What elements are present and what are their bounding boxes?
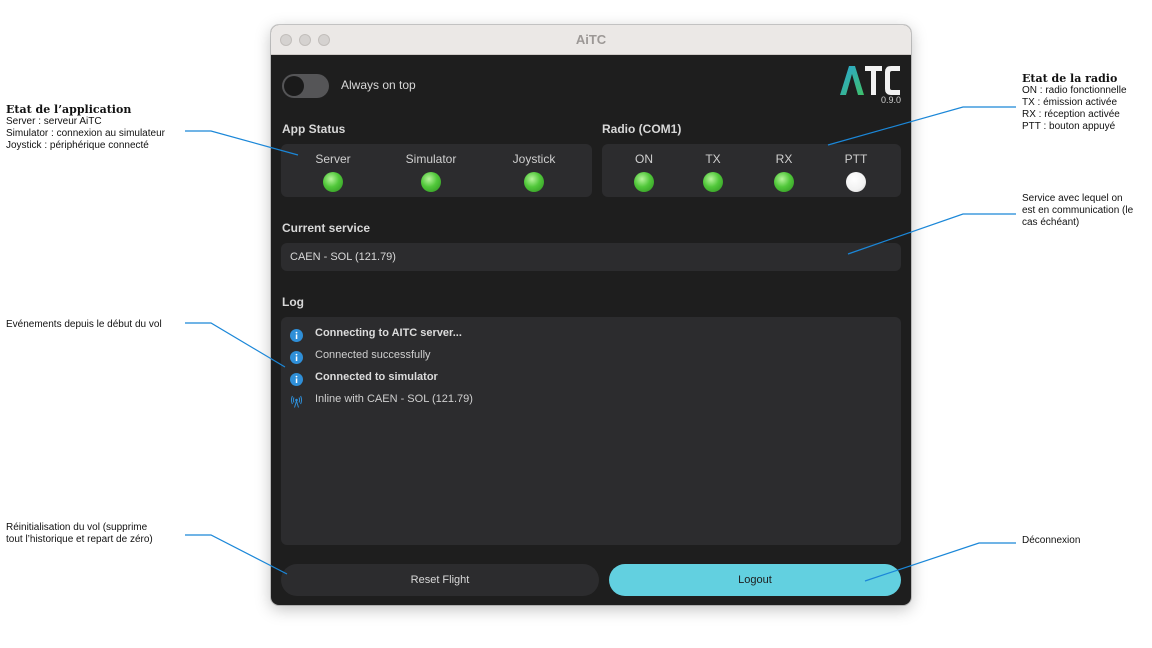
- log-text: Connected successfully: [315, 349, 431, 361]
- annotation-line: ON : radio fonctionnelle: [1022, 85, 1127, 96]
- log-panel[interactable]: Connecting to AITC server... Connected s…: [281, 317, 901, 545]
- status-led: [524, 172, 544, 192]
- annotation-disconnect: Déconnexion: [1022, 535, 1080, 547]
- logout-button[interactable]: Logout: [609, 564, 901, 596]
- reset-flight-button[interactable]: Reset Flight: [281, 564, 599, 596]
- log-text: Connected to simulator: [315, 371, 438, 383]
- status-label: Simulator: [405, 152, 457, 166]
- annotation-events: Evénements depuis le début du vol: [6, 319, 162, 331]
- log-text: Inline with CAEN - SOL (121.79): [315, 393, 473, 405]
- status-simulator: Simulator: [386, 151, 476, 192]
- annotation-app-state: Etat de l’application Server : serveur A…: [6, 104, 165, 152]
- annotation-line: RX : réception activée: [1022, 109, 1120, 120]
- status-led: [421, 172, 441, 192]
- annotation-line: Réinitialisation du vol (supprime: [6, 522, 148, 533]
- radio-led: [634, 172, 654, 192]
- current-service-value: CAEN - SOL (121.79): [290, 251, 396, 263]
- annotation-service: Service avec lequel on est en communicat…: [1022, 193, 1133, 229]
- annotation-line: Déconnexion: [1022, 535, 1081, 546]
- toggle-knob: [284, 76, 304, 96]
- annotation-line: Joystick : périphérique connecté: [6, 140, 149, 151]
- annotation-radio-state: Etat de la radio ON : radio fonctionnell…: [1022, 73, 1127, 133]
- annotation-line: tout l’historique et repart de zéro): [6, 534, 153, 545]
- app-window: AiTC Always on top 0.9.0 App Status Serv…: [271, 25, 911, 605]
- annotation-line: PTT : bouton appuyé: [1022, 121, 1116, 132]
- radio-led: [846, 172, 866, 192]
- annotation-line: cas échéant): [1022, 217, 1080, 228]
- radio-title: Radio (COM1): [602, 122, 682, 136]
- radio-led: [774, 172, 794, 192]
- radio-ptt: PTT: [811, 151, 901, 192]
- status-joystick: Joystick: [489, 151, 579, 192]
- annotation-line: Server : serveur AiTC: [6, 116, 102, 127]
- current-service-panel: CAEN - SOL (121.79): [281, 243, 901, 271]
- version-label: 0.9.0: [880, 95, 901, 105]
- annotation-line: Evénements depuis le début du vol: [6, 319, 162, 330]
- status-led: [323, 172, 343, 192]
- always-on-top-toggle[interactable]: [282, 74, 329, 98]
- annotation-reset: Réinitialisation du vol (supprime tout l…: [6, 522, 153, 546]
- antenna-icon: [290, 395, 303, 408]
- current-service-title: Current service: [282, 221, 371, 235]
- annotation-line: est en communication (le: [1022, 205, 1134, 216]
- atc-logo: [840, 66, 900, 95]
- status-server: Server: [288, 151, 378, 192]
- info-icon: [290, 351, 303, 364]
- annotation-title: Etat de l’application: [6, 103, 132, 116]
- status-label: Server: [315, 152, 351, 166]
- log-text: Connecting to AITC server...: [315, 327, 462, 339]
- callout-events: [185, 322, 286, 368]
- info-icon: [290, 373, 303, 386]
- info-icon: [290, 329, 303, 342]
- radio-panel: ON TX RX PTT: [602, 144, 901, 197]
- window-title: AiTC: [575, 32, 607, 47]
- radio-label: PTT: [844, 152, 868, 166]
- title-bar: AiTC: [271, 25, 911, 55]
- app-status-title: App Status: [282, 122, 346, 136]
- log-title: Log: [282, 295, 304, 309]
- radio-led: [703, 172, 723, 192]
- status-label: Joystick: [512, 152, 556, 166]
- annotation-line: Service avec lequel on: [1022, 193, 1123, 204]
- annotation-line: TX : émission activée: [1022, 97, 1118, 108]
- always-on-top-label: Always on top: [341, 78, 416, 92]
- app-status-panel: Server Simulator Joystick: [281, 144, 592, 197]
- annotation-title: Etat de la radio: [1022, 72, 1118, 85]
- annotation-line: Simulator : connexion au simulateur: [6, 128, 165, 139]
